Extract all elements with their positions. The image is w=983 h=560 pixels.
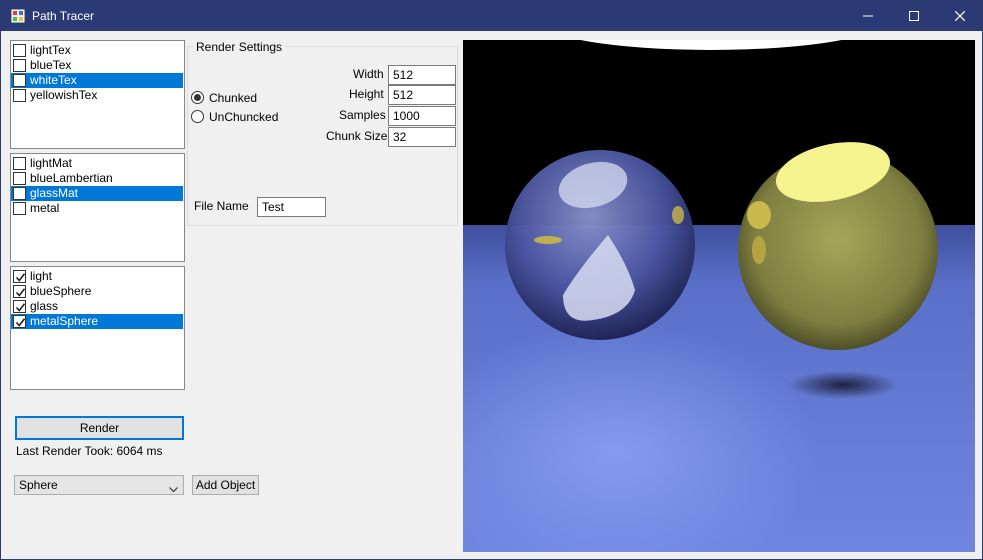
list-item[interactable]: lightMat: [11, 156, 184, 171]
close-button[interactable]: [937, 1, 983, 31]
list-item[interactable]: yellowishTex: [11, 88, 184, 103]
maximize-button[interactable]: [891, 1, 937, 31]
texture-list[interactable]: lightTex blueTex whiteTex yellowishTex: [10, 40, 185, 149]
height-field[interactable]: 512: [388, 85, 456, 105]
list-item-label: yellowishTex: [30, 88, 98, 102]
list-item-checkbox[interactable]: [13, 89, 26, 102]
chevron-down-icon: [169, 482, 178, 496]
object-type-select[interactable]: Sphere: [14, 475, 184, 495]
list-item-checkbox[interactable]: [13, 315, 26, 328]
file-name-field[interactable]: Test: [257, 197, 326, 217]
add-object-button[interactable]: Add Object: [192, 475, 259, 495]
list-item[interactable]: whiteTex: [11, 73, 183, 88]
minimize-button[interactable]: [845, 1, 891, 31]
list-item-label: glassMat: [30, 186, 79, 200]
title-bar: Path Tracer: [1, 1, 982, 31]
file-name-label: File Name: [194, 199, 249, 213]
window-title: Path Tracer: [32, 9, 95, 23]
list-item-checkbox[interactable]: [13, 172, 26, 185]
radio-selected-dot: [194, 94, 201, 101]
last-render-status: Last Render Took: 6064 ms: [16, 444, 163, 458]
list-item-label: whiteTex: [30, 73, 77, 87]
list-item-checkbox[interactable]: [13, 300, 26, 313]
list-item-label: blueTex: [30, 58, 72, 72]
list-item[interactable]: blueTex: [11, 58, 184, 73]
list-item-label: metalSphere: [30, 314, 99, 328]
width-field[interactable]: 512: [388, 65, 456, 85]
chunk-size-label: Chunk Size: [326, 129, 388, 143]
samples-field[interactable]: 1000: [388, 106, 456, 126]
render-button[interactable]: Render: [15, 416, 184, 440]
width-label: Width: [353, 67, 384, 81]
list-item-checkbox[interactable]: [13, 59, 26, 72]
list-item-label: blueLambertian: [30, 171, 113, 185]
list-item[interactable]: light: [11, 269, 184, 284]
list-item[interactable]: lightTex: [11, 43, 184, 58]
object-list[interactable]: light blueSphere glass metalSphere: [10, 266, 185, 390]
height-label: Height: [349, 87, 384, 101]
list-item[interactable]: glass: [11, 299, 184, 314]
list-item-checkbox[interactable]: [13, 187, 26, 200]
app-icon: [10, 8, 26, 24]
chunked-radio[interactable]: [191, 91, 204, 104]
render-settings-title: Render Settings: [193, 40, 286, 54]
object-type-value: Sphere: [19, 478, 58, 492]
list-item-label: blueSphere: [30, 284, 92, 298]
chunk-size-field[interactable]: 32: [388, 127, 456, 147]
list-item-label: lightMat: [30, 156, 73, 170]
unchunked-label: UnChuncked: [209, 110, 279, 124]
render-image: [463, 40, 975, 552]
list-item-label: metal: [30, 201, 60, 215]
list-item-label: glass: [30, 299, 59, 313]
list-item[interactable]: blueSphere: [11, 284, 184, 299]
chunked-label: Chunked: [209, 91, 258, 105]
list-item[interactable]: blueLambertian: [11, 171, 184, 186]
list-item-checkbox[interactable]: [13, 285, 26, 298]
list-item-checkbox[interactable]: [13, 74, 26, 87]
list-item-label: lightTex: [30, 43, 71, 57]
list-item[interactable]: metal: [11, 201, 184, 216]
material-list[interactable]: lightMat blueLambertian glassMat metal: [10, 153, 185, 262]
main-window: Path Tracer lightTex blueTex whiteTex yello…: [0, 0, 983, 560]
list-item[interactable]: glassMat: [11, 186, 183, 201]
list-item-checkbox[interactable]: [13, 157, 26, 170]
list-item[interactable]: metalSphere: [11, 314, 183, 329]
render-preview: [463, 40, 975, 552]
list-item-checkbox[interactable]: [13, 202, 26, 215]
samples-label: Samples: [339, 108, 386, 122]
list-item-checkbox[interactable]: [13, 270, 26, 283]
list-item-label: light: [30, 269, 53, 283]
list-item-checkbox[interactable]: [13, 44, 26, 57]
unchunked-radio[interactable]: [191, 110, 204, 123]
